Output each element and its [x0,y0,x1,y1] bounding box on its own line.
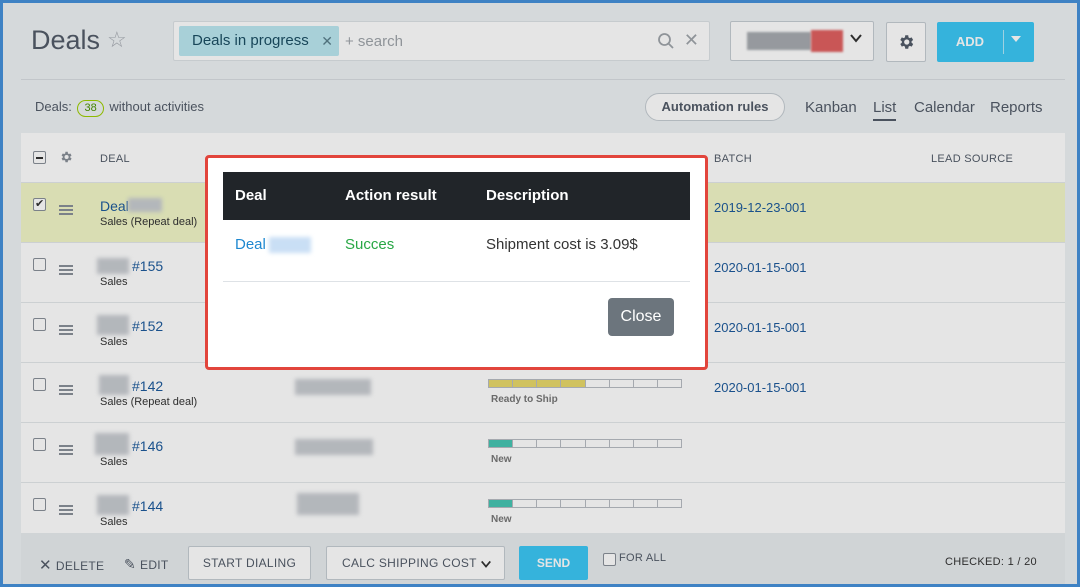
header-description: Description [486,187,569,204]
result-deal-name-blurred [269,237,311,253]
close-button[interactable]: Close [608,298,674,336]
app-window: Deals ☆ Deals in progress ✕ + search ✕ A… [0,0,1080,587]
header-deal: Deal [235,187,267,204]
result-row: Deal Succes Shipment cost is 3.09$ [223,220,690,282]
result-table-header: Deal Action result Description [223,172,690,220]
result-deal-link[interactable]: Deal [235,236,266,253]
result-description: Shipment cost is 3.09$ [486,236,638,253]
header-action-result: Action result [345,187,437,204]
action-result-modal: Deal Action result Description Deal Succ… [205,155,708,370]
result-status: Succes [345,236,395,253]
